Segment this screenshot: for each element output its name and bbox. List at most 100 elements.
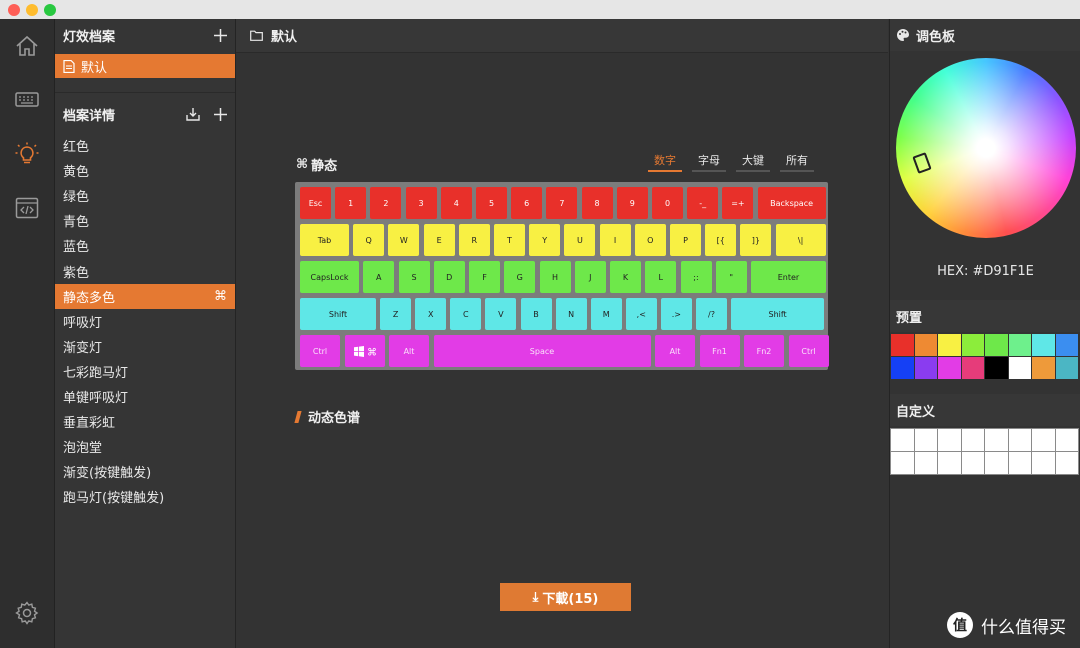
- key[interactable]: 0: [652, 187, 683, 219]
- effect-item[interactable]: 蓝色: [55, 233, 235, 258]
- key[interactable]: Ctrl: [788, 335, 829, 367]
- key[interactable]: Y: [529, 224, 561, 256]
- key[interactable]: H: [539, 261, 571, 293]
- key[interactable]: /?: [696, 298, 727, 330]
- minimize-window-button[interactable]: [26, 4, 38, 16]
- key[interactable]: P: [670, 224, 701, 256]
- effect-item[interactable]: 紫色: [55, 258, 235, 283]
- custom-swatch[interactable]: [891, 429, 914, 451]
- key[interactable]: D: [433, 261, 465, 293]
- key-group-tab[interactable]: 数字: [648, 150, 682, 172]
- add-profile-button[interactable]: [214, 28, 227, 42]
- key[interactable]: Q: [353, 224, 385, 256]
- rail-home-button[interactable]: [13, 32, 41, 60]
- key[interactable]: 5: [476, 187, 507, 219]
- key-group-tab[interactable]: 大键: [736, 150, 770, 172]
- key[interactable]: -_: [687, 187, 719, 219]
- preset-swatch[interactable]: [938, 357, 961, 379]
- preset-swatch[interactable]: [1055, 357, 1078, 379]
- key[interactable]: I: [599, 224, 631, 256]
- key[interactable]: B: [520, 298, 552, 330]
- preset-swatch[interactable]: [1008, 334, 1031, 356]
- effect-item[interactable]: 静态多色 ⌘: [55, 283, 235, 309]
- key[interactable]: 3: [405, 187, 437, 219]
- key[interactable]: 6: [511, 187, 543, 219]
- custom-swatch[interactable]: [1008, 429, 1031, 451]
- custom-swatch[interactable]: [1055, 452, 1078, 474]
- effect-item[interactable]: 黄色: [55, 158, 235, 183]
- key[interactable]: F: [469, 261, 500, 293]
- preset-swatch[interactable]: [1008, 357, 1031, 379]
- key[interactable]: 4: [440, 187, 472, 219]
- key-group-tab[interactable]: 所有: [780, 150, 814, 172]
- key[interactable]: 9: [616, 187, 648, 219]
- key[interactable]: ,<: [625, 298, 657, 330]
- import-button[interactable]: [186, 107, 200, 121]
- key[interactable]: K: [610, 261, 641, 293]
- key[interactable]: U: [564, 224, 596, 256]
- custom-swatch[interactable]: [961, 452, 984, 474]
- key[interactable]: A: [363, 261, 395, 293]
- color-wheel-selector[interactable]: [912, 152, 932, 174]
- key-win[interactable]: ⌘: [344, 335, 385, 367]
- key[interactable]: V: [485, 298, 517, 330]
- rail-keyboard-button[interactable]: [13, 85, 41, 113]
- key[interactable]: Fn1: [699, 335, 740, 367]
- key-group-tab[interactable]: 字母: [692, 150, 726, 172]
- key[interactable]: O: [634, 224, 666, 256]
- preset-swatch[interactable]: [1055, 334, 1078, 356]
- key[interactable]: M: [590, 298, 622, 330]
- custom-swatch[interactable]: [938, 452, 961, 474]
- key[interactable]: X: [415, 298, 447, 330]
- custom-swatch[interactable]: [985, 429, 1008, 451]
- key[interactable]: CapsLock: [300, 261, 359, 293]
- preset-swatch[interactable]: [961, 334, 984, 356]
- key[interactable]: Esc: [300, 187, 331, 219]
- key[interactable]: N: [555, 298, 587, 330]
- key[interactable]: L: [645, 261, 677, 293]
- download-button[interactable]: ⤓ 下載(15): [500, 583, 631, 611]
- key[interactable]: ;:: [680, 261, 712, 293]
- effect-item[interactable]: 呼吸灯: [55, 309, 235, 334]
- key[interactable]: =+: [722, 187, 754, 219]
- key[interactable]: Z: [380, 298, 412, 330]
- custom-swatch[interactable]: [914, 452, 937, 474]
- close-window-button[interactable]: [8, 4, 20, 16]
- preset-swatch[interactable]: [1032, 334, 1055, 356]
- key[interactable]: S: [398, 261, 430, 293]
- key[interactable]: Alt: [389, 335, 429, 367]
- effect-item[interactable]: 泡泡堂: [55, 434, 235, 459]
- effect-item[interactable]: 垂直彩虹: [55, 409, 235, 434]
- key[interactable]: Backspace: [757, 187, 826, 219]
- key[interactable]: 2: [370, 187, 402, 219]
- maximize-window-button[interactable]: [44, 4, 56, 16]
- key[interactable]: 7: [546, 187, 578, 219]
- preset-swatch[interactable]: [914, 357, 937, 379]
- rail-settings-button[interactable]: [13, 599, 41, 627]
- preset-swatch[interactable]: [985, 334, 1008, 356]
- preset-swatch[interactable]: [914, 334, 937, 356]
- key[interactable]: R: [458, 224, 490, 256]
- key[interactable]: C: [450, 298, 482, 330]
- preset-swatch[interactable]: [1032, 357, 1055, 379]
- custom-swatch[interactable]: [1008, 452, 1031, 474]
- key[interactable]: Alt: [655, 335, 695, 367]
- effect-item[interactable]: 七彩跑马灯: [55, 359, 235, 384]
- add-effect-button[interactable]: [214, 107, 227, 121]
- key[interactable]: 1: [335, 187, 367, 219]
- key[interactable]: Shift: [300, 298, 376, 330]
- key[interactable]: [{: [705, 224, 737, 256]
- key[interactable]: Enter: [751, 261, 826, 293]
- key[interactable]: J: [574, 261, 606, 293]
- key[interactable]: Fn2: [744, 335, 784, 367]
- key[interactable]: 8: [581, 187, 613, 219]
- effect-item[interactable]: 渐变(按键触发): [55, 459, 235, 484]
- key[interactable]: E: [423, 224, 455, 256]
- key[interactable]: T: [494, 224, 525, 256]
- custom-swatch[interactable]: [1032, 452, 1055, 474]
- custom-swatch[interactable]: [1055, 429, 1078, 451]
- effect-item[interactable]: 红色: [55, 133, 235, 158]
- custom-swatch[interactable]: [985, 452, 1008, 474]
- custom-swatch[interactable]: [891, 452, 914, 474]
- key[interactable]: .>: [660, 298, 692, 330]
